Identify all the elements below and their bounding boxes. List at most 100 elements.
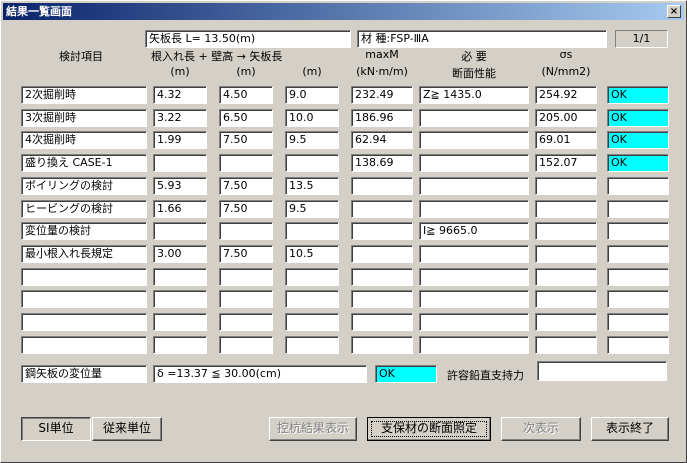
sheet-pile-length-field: 矢板長 L= 13.50(m) — [145, 30, 351, 48]
page-indicator: 1/1 — [615, 30, 668, 48]
window-title: 結果一覧画面 — [6, 5, 72, 18]
row-ok-badge — [607, 268, 669, 286]
row-item-field: ボイリングの検討 — [21, 177, 147, 195]
row-maxm-field — [351, 222, 413, 240]
row-required-section-field — [419, 336, 529, 354]
row-wall-height-field: 7.50 — [219, 245, 273, 263]
col-header-item: 検討項目 — [59, 50, 103, 63]
row-required-section-field — [419, 154, 529, 172]
row-embed-length-field — [153, 336, 207, 354]
row-required-section-field — [419, 313, 529, 331]
row-embed-length-field: 1.66 — [153, 200, 207, 218]
row-item-field: ヒービングの検討 — [21, 200, 147, 218]
row-item-field: 4次掘削時 — [21, 131, 147, 149]
result-list-window: 結果一覧画面 × 矢板長 L= 13.50(m) 材 種:FSP-ⅢA 1/1 … — [0, 0, 687, 463]
row-embed-length-field: 3.22 — [153, 109, 207, 127]
row-ok-badge: OK — [607, 154, 669, 172]
row-item-field: 最小根入れ長規定 — [21, 245, 147, 263]
row-pile-length-field — [285, 290, 339, 308]
row-required-section-field — [419, 177, 529, 195]
row-item-field — [21, 336, 147, 354]
exit-display-button[interactable]: 表示終了 — [591, 417, 669, 441]
material-field: 材 種:FSP-ⅢA — [357, 30, 607, 48]
row-ok-badge: OK — [607, 131, 669, 149]
col-header-sigma: σs — [559, 48, 573, 61]
row-sigma-field: 69.01 — [535, 131, 597, 149]
row-pile-length-field: 10.5 — [285, 245, 339, 263]
row-item-field: 盛り換え CASE-1 — [21, 154, 147, 172]
row-wall-height-field: 6.50 — [219, 109, 273, 127]
row-embed-length-field — [153, 290, 207, 308]
col-unit-sigma: (N/mm2) — [541, 65, 591, 78]
row-sigma-field: 152.07 — [535, 154, 597, 172]
col-header-length-formula: 根入れ長 + 壁高 → 矢板長 — [151, 50, 283, 63]
si-unit-button[interactable]: SI単位 — [21, 417, 91, 441]
displacement-value-field: δ =13.37 ≦ 30.00(cm) — [153, 365, 367, 383]
row-wall-height-field — [219, 290, 273, 308]
col-unit-embed: (m) — [170, 65, 190, 78]
row-item-field: 2次掘削時 — [21, 86, 147, 104]
row-ok-badge: OK — [607, 109, 669, 127]
row-ok-badge — [607, 200, 669, 218]
vertical-bearing-label: 許容鉛直支持力 — [447, 369, 524, 382]
row-required-section-field — [419, 109, 529, 127]
row-maxm-field: 186.96 — [351, 109, 413, 127]
row-wall-height-field — [219, 336, 273, 354]
displacement-ok-badge: OK — [375, 365, 437, 383]
row-pile-length-field: 13.5 — [285, 177, 339, 195]
row-embed-length-field — [153, 154, 207, 172]
col-header-required-1: 必 要 — [461, 50, 487, 63]
row-ok-badge — [607, 222, 669, 240]
col-unit-pile: (m) — [302, 65, 322, 78]
close-icon[interactable]: × — [667, 5, 681, 18]
row-item-field — [21, 313, 147, 331]
col-header-required-2: 断面性能 — [452, 67, 496, 80]
row-maxm-field: 138.69 — [351, 154, 413, 172]
col-unit-wall: (m) — [236, 65, 256, 78]
row-ok-badge — [607, 177, 669, 195]
row-maxm-field — [351, 245, 413, 263]
col-unit-maxm: (kN·m/m) — [356, 65, 408, 78]
row-wall-height-field: 4.50 — [219, 86, 273, 104]
row-pile-length-field — [285, 313, 339, 331]
row-sigma-field — [535, 245, 597, 263]
conventional-unit-button[interactable]: 従来単位 — [92, 417, 162, 441]
row-pile-length-field: 9.5 — [285, 131, 339, 149]
row-ok-badge — [607, 336, 669, 354]
row-embed-length-field: 5.93 — [153, 177, 207, 195]
row-maxm-field — [351, 177, 413, 195]
row-sigma-field — [535, 313, 597, 331]
row-embed-length-field: 1.99 — [153, 131, 207, 149]
row-sigma-field — [535, 336, 597, 354]
row-ok-badge — [607, 313, 669, 331]
row-pile-length-field: 9.0 — [285, 86, 339, 104]
row-pile-length-field — [285, 222, 339, 240]
row-pile-length-field: 9.5 — [285, 200, 339, 218]
row-sigma-field — [535, 177, 597, 195]
col-header-maxm: maxM — [365, 48, 399, 61]
row-required-section-field — [419, 290, 529, 308]
row-ok-badge — [607, 290, 669, 308]
row-maxm-field: 62.94 — [351, 131, 413, 149]
row-required-section-field — [419, 268, 529, 286]
row-item-field: 変位量の検討 — [21, 222, 147, 240]
row-maxm-field — [351, 200, 413, 218]
row-embed-length-field — [153, 222, 207, 240]
row-embed-length-field: 3.00 — [153, 245, 207, 263]
row-item-field — [21, 290, 147, 308]
row-maxm-field — [351, 290, 413, 308]
row-required-section-field — [419, 200, 529, 218]
row-maxm-field — [351, 313, 413, 331]
row-wall-height-field: 7.50 — [219, 131, 273, 149]
row-required-section-field: Z≧ 1435.0 — [419, 86, 529, 104]
row-pile-length-field — [285, 154, 339, 172]
row-pile-length-field — [285, 336, 339, 354]
title-bar: 結果一覧画面 × — [3, 3, 684, 20]
row-sigma-field — [535, 222, 597, 240]
vertical-bearing-field — [537, 361, 667, 381]
next-display-button[interactable]: 次表示 — [501, 417, 581, 441]
support-section-check-button[interactable]: 支保材の断面照定 — [367, 417, 491, 441]
row-wall-height-field — [219, 154, 273, 172]
pile-result-button[interactable]: 控杭結果表示 — [269, 417, 357, 441]
row-sigma-field — [535, 290, 597, 308]
